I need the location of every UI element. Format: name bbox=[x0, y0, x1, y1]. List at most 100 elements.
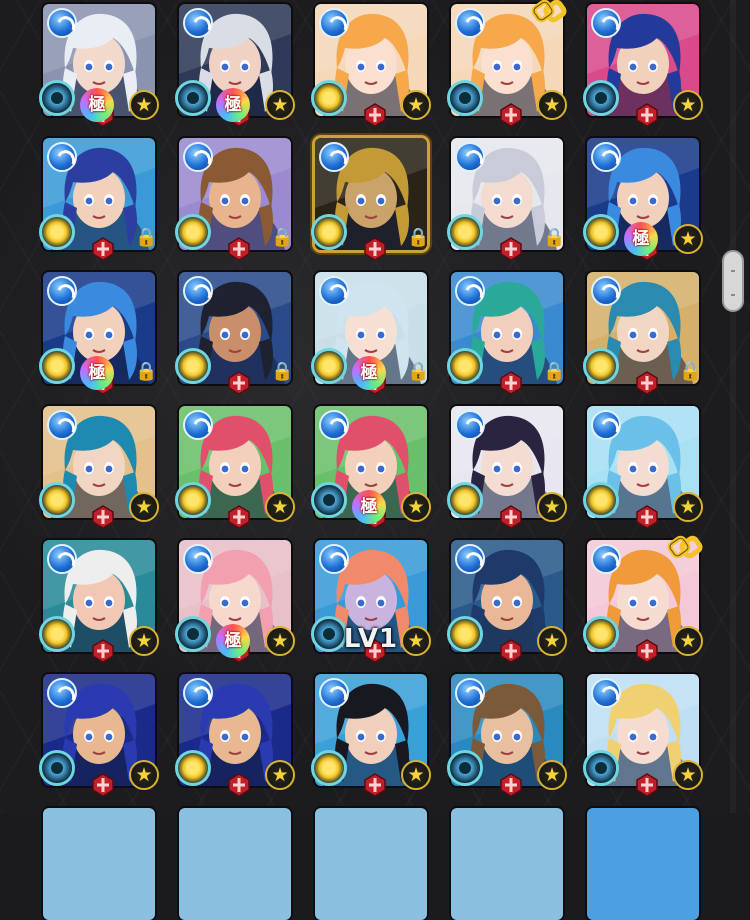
water-element-icon bbox=[47, 544, 77, 574]
gauge-icon bbox=[175, 80, 211, 116]
gauge-core bbox=[51, 762, 63, 774]
monster-card[interactable]: ★ bbox=[583, 4, 703, 127]
gauge-icon bbox=[447, 214, 483, 250]
monster-card[interactable]: 🔒 bbox=[583, 272, 701, 395]
gauge-icon bbox=[311, 348, 347, 384]
monster-card[interactable]: ★ bbox=[583, 406, 703, 529]
gauge-icon bbox=[39, 482, 75, 518]
monster-card[interactable]: 極 ★ bbox=[39, 4, 159, 127]
monster-card[interactable]: ★ bbox=[175, 406, 295, 529]
lock-icon: 🔒 bbox=[407, 227, 430, 248]
monster-card[interactable]: ★ LV1 bbox=[311, 540, 431, 663]
gauge-core bbox=[187, 360, 199, 372]
level-label: LV1 bbox=[343, 624, 399, 654]
gauge-icon bbox=[583, 482, 619, 518]
monster-card[interactable]: 極 ★ bbox=[583, 138, 703, 261]
red-plus-icon bbox=[633, 772, 661, 798]
monster-card[interactable]: 🔒 bbox=[175, 138, 293, 261]
monster-card[interactable]: ★ bbox=[311, 4, 431, 127]
star-icon: ★ bbox=[537, 760, 567, 790]
water-element-icon bbox=[183, 678, 213, 708]
monster-card[interactable]: ★ bbox=[39, 674, 159, 797]
gauge-core bbox=[51, 628, 63, 640]
monster-card[interactable]: 極 ★ bbox=[175, 4, 295, 127]
water-element-icon bbox=[47, 142, 77, 172]
gauge-core bbox=[595, 92, 607, 104]
gauge-core bbox=[323, 762, 335, 774]
kiwami-badge-icon: 極 bbox=[352, 490, 386, 524]
monster-card[interactable] bbox=[315, 808, 427, 920]
monster-card[interactable]: 🔒 bbox=[447, 138, 566, 261]
chain-icon bbox=[667, 532, 703, 562]
monster-card[interactable] bbox=[43, 808, 155, 920]
lock-icon: 🔒 bbox=[135, 227, 158, 248]
kiwami-badge-icon: 極 bbox=[80, 356, 114, 390]
monster-portrait bbox=[315, 808, 427, 920]
star-icon: ★ bbox=[401, 492, 431, 522]
monster-card[interactable]: ★ bbox=[447, 0, 567, 127]
monster-card[interactable]: 🔒 bbox=[175, 272, 293, 395]
monster-portrait bbox=[451, 808, 563, 920]
monster-card[interactable]: 🔒 bbox=[39, 138, 158, 261]
gauge-icon bbox=[39, 348, 75, 384]
monster-card[interactable]: 🔒 bbox=[447, 272, 566, 395]
gauge-icon bbox=[583, 214, 619, 250]
gauge-core bbox=[323, 494, 335, 506]
gauge-icon bbox=[311, 214, 347, 250]
red-plus-icon bbox=[497, 102, 525, 128]
star-icon: ★ bbox=[401, 90, 431, 120]
star-icon: ★ bbox=[265, 626, 295, 656]
monster-card[interactable]: ★ bbox=[447, 406, 567, 529]
red-plus-icon bbox=[361, 102, 389, 128]
water-element-icon bbox=[47, 678, 77, 708]
monster-card[interactable]: ★ bbox=[39, 406, 159, 529]
red-plus-icon bbox=[89, 504, 117, 530]
monster-portrait bbox=[179, 808, 291, 920]
scrollbar-thumb[interactable] bbox=[722, 250, 744, 312]
star-icon: ★ bbox=[265, 90, 295, 120]
monster-card[interactable]: 極 🔒 bbox=[39, 272, 157, 395]
monster-card[interactable]: ★ bbox=[447, 540, 567, 663]
monster-card[interactable]: ★ bbox=[39, 540, 159, 663]
red-plus-icon bbox=[89, 638, 117, 664]
star-icon: ★ bbox=[673, 760, 703, 790]
monster-card[interactable]: ★ bbox=[583, 535, 703, 663]
monster-card[interactable] bbox=[587, 808, 699, 920]
gauge-icon bbox=[175, 348, 211, 384]
gauge-core bbox=[187, 92, 199, 104]
lock-icon: 🔒 bbox=[543, 361, 566, 382]
lock-icon: 🔒 bbox=[407, 361, 430, 382]
lock-icon: 🔒 bbox=[543, 227, 566, 248]
gauge-icon bbox=[39, 80, 75, 116]
star-icon: ★ bbox=[537, 90, 567, 120]
water-element-icon bbox=[47, 410, 77, 440]
monster-card[interactable]: ★ bbox=[447, 674, 567, 797]
gauge-icon bbox=[175, 616, 211, 652]
monster-card[interactable]: ★ bbox=[311, 674, 431, 797]
water-element-icon bbox=[591, 544, 621, 574]
red-plus-icon bbox=[225, 370, 253, 396]
star-icon: ★ bbox=[265, 760, 295, 790]
water-element-icon bbox=[47, 8, 77, 38]
monster-card[interactable]: ★ bbox=[583, 674, 703, 797]
monster-card[interactable]: 🔒 bbox=[311, 138, 430, 261]
red-plus-icon bbox=[497, 638, 525, 664]
red-plus-icon bbox=[633, 504, 661, 530]
gauge-core bbox=[459, 92, 471, 104]
monster-card[interactable] bbox=[179, 808, 291, 920]
kiwami-badge-icon: 極 bbox=[216, 624, 250, 658]
gauge-core bbox=[595, 628, 607, 640]
gauge-icon bbox=[447, 348, 483, 384]
star-icon: ★ bbox=[537, 626, 567, 656]
monster-card[interactable]: 極 🔒 bbox=[311, 272, 430, 395]
water-element-icon bbox=[47, 276, 77, 306]
gauge-core bbox=[595, 360, 607, 372]
monster-card[interactable] bbox=[451, 808, 563, 920]
star-icon: ★ bbox=[537, 492, 567, 522]
monster-card[interactable]: ★ bbox=[175, 674, 295, 797]
star-icon: ★ bbox=[673, 224, 703, 254]
water-element-icon bbox=[591, 410, 621, 440]
gauge-icon bbox=[39, 616, 75, 652]
monster-card[interactable]: 極 ★ bbox=[175, 540, 295, 663]
monster-card[interactable]: 極 ★ bbox=[311, 406, 431, 529]
